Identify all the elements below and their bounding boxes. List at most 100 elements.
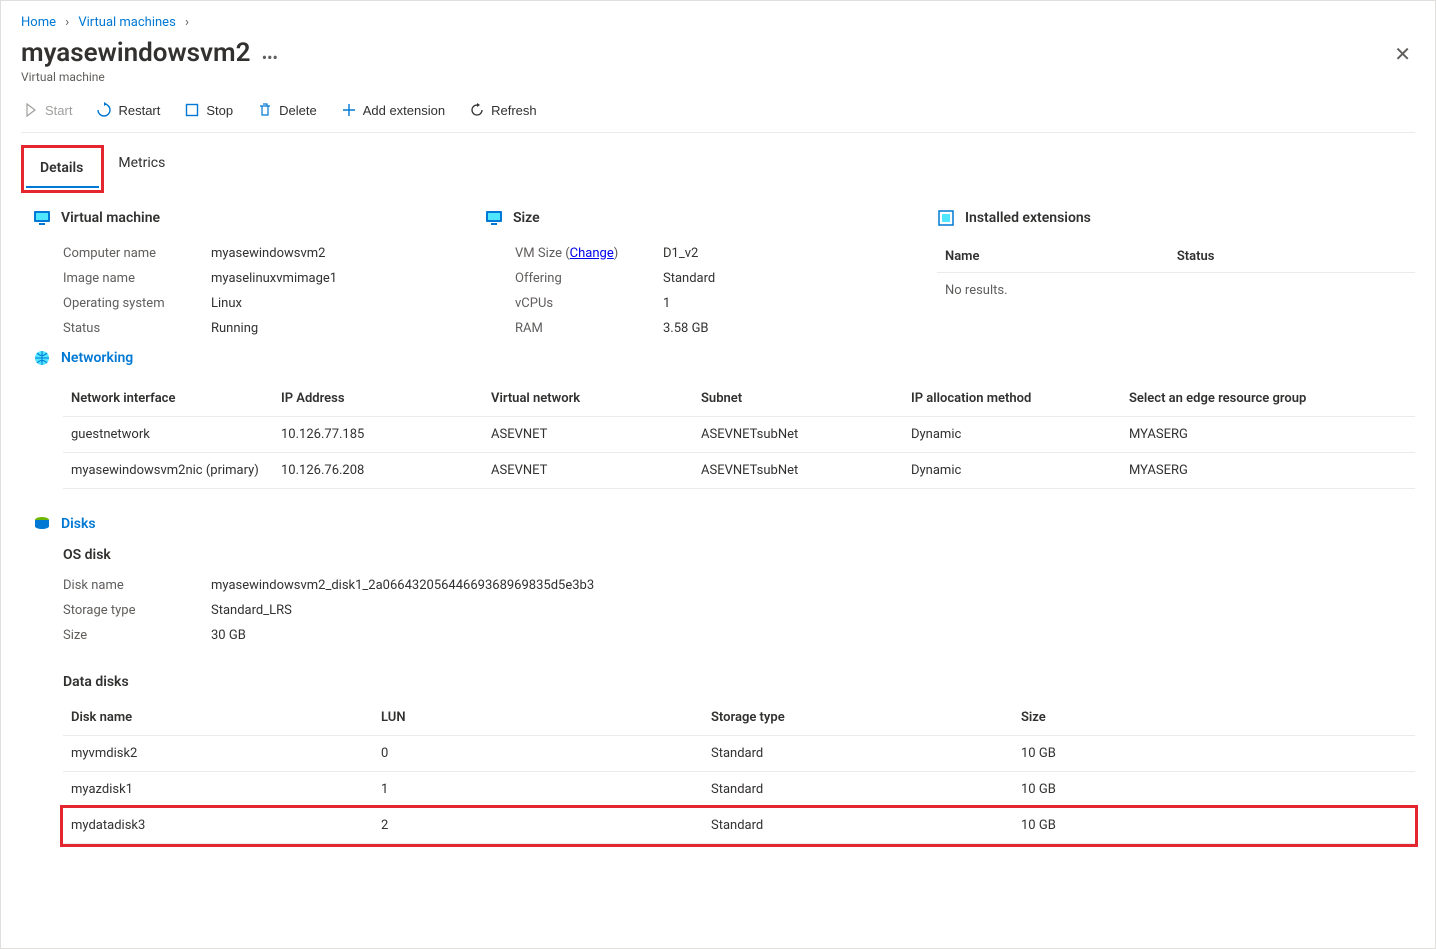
- refresh-icon: [469, 102, 485, 118]
- os-key: Operating system: [63, 296, 211, 311]
- close-button[interactable]: ✕: [1390, 38, 1415, 71]
- dd-storage: Standard: [703, 772, 1013, 808]
- trash-icon: [257, 102, 273, 118]
- net-rg: MYASERG: [1121, 453, 1415, 489]
- extension-icon: [937, 209, 955, 227]
- osdisk-size-key: Size: [63, 628, 211, 643]
- dd-name: mydatadisk3: [63, 808, 373, 844]
- restart-icon: [96, 102, 112, 118]
- osdisk-name-key: Disk name: [63, 578, 211, 593]
- net-ip: 10.126.77.185: [273, 417, 483, 453]
- dd-lun: 0: [373, 736, 703, 772]
- breadcrumb: Home › Virtual machines ›: [21, 13, 1415, 38]
- chevron-right-icon: ›: [59, 15, 75, 30]
- delete-label: Delete: [279, 103, 317, 118]
- table-row[interactable]: mydatadisk3 2 Standard 10 GB: [63, 808, 1415, 844]
- extensions-section-title: Installed extensions: [965, 210, 1091, 226]
- ext-no-results: No results.: [937, 273, 1415, 309]
- vm-section-header: Virtual machine: [33, 209, 485, 227]
- net-nic-header[interactable]: Network interface: [63, 381, 273, 417]
- dd-storage: Standard: [703, 736, 1013, 772]
- ext-name-header[interactable]: Name: [937, 241, 1169, 273]
- data-disks-header: Data disks: [63, 674, 1415, 690]
- close-icon: ✕: [1394, 44, 1411, 66]
- add-extension-button[interactable]: Add extension: [339, 100, 447, 120]
- table-row[interactable]: myazdisk1 1 Standard 10 GB: [63, 772, 1415, 808]
- size-section-header: Size: [485, 209, 937, 227]
- vmsize-key: VM Size (Change): [515, 246, 663, 261]
- more-icon[interactable]: •••: [254, 48, 278, 67]
- tab-details[interactable]: Details: [26, 150, 99, 188]
- vcpus-key: vCPUs: [515, 296, 663, 311]
- net-rg: MYASERG: [1121, 417, 1415, 453]
- dd-size: 10 GB: [1013, 736, 1415, 772]
- status-key: Status: [63, 321, 211, 336]
- size-icon: [485, 209, 503, 227]
- table-row[interactable]: myasewindowsvm2nic (primary) 10.126.76.2…: [63, 453, 1415, 489]
- refresh-button[interactable]: Refresh: [467, 100, 539, 120]
- offering-value: Standard: [663, 271, 715, 286]
- osdisk-name-value: myasewindowsvm2_disk1_2a0664320564466936…: [211, 578, 471, 593]
- os-value: Linux: [211, 296, 242, 311]
- vm-icon: [33, 209, 51, 227]
- net-vnet: ASEVNET: [483, 453, 693, 489]
- dd-name-header[interactable]: Disk name: [63, 700, 373, 736]
- vcpus-value: 1: [663, 296, 670, 311]
- status-value: Running: [211, 321, 258, 336]
- computer-name-value: myasewindowsvm2: [211, 246, 325, 261]
- disks-section-header[interactable]: Disks: [33, 515, 1415, 533]
- ram-value: 3.58 GB: [663, 321, 709, 336]
- plus-icon: [341, 102, 357, 118]
- play-icon: [23, 102, 39, 118]
- net-ip: 10.126.76.208: [273, 453, 483, 489]
- extensions-section-header: Installed extensions: [937, 209, 1415, 227]
- networking-section-header[interactable]: Networking: [33, 349, 1415, 367]
- breadcrumb-home[interactable]: Home: [21, 15, 56, 30]
- dd-lun: 2: [373, 808, 703, 844]
- net-ip-header[interactable]: IP Address: [273, 381, 483, 417]
- image-name-value: myaselinuxvmimage1: [211, 271, 337, 286]
- table-row[interactable]: myvmdisk2 0 Standard 10 GB: [63, 736, 1415, 772]
- tab-metrics[interactable]: Metrics: [104, 145, 181, 193]
- breadcrumb-vmlist[interactable]: Virtual machines: [78, 15, 175, 30]
- stop-button[interactable]: Stop: [182, 100, 235, 120]
- dd-storage-header[interactable]: Storage type: [703, 700, 1013, 736]
- os-disk-header: OS disk: [63, 547, 1415, 563]
- net-alloc: Dynamic: [903, 453, 1121, 489]
- net-rg-header[interactable]: Select an edge resource group: [1121, 381, 1415, 417]
- net-nic: guestnetwork: [63, 417, 273, 453]
- disk-icon: [33, 515, 51, 533]
- osdisk-size-value: 30 GB: [211, 628, 246, 643]
- ext-status-header[interactable]: Status: [1169, 241, 1415, 273]
- net-subnet: ASEVNETsubNet: [693, 417, 903, 453]
- osdisk-storage-value: Standard_LRS: [211, 603, 292, 618]
- vm-section-title: Virtual machine: [61, 210, 160, 226]
- page-subtitle: Virtual machine: [21, 70, 278, 84]
- dd-storage: Standard: [703, 808, 1013, 844]
- stop-icon: [184, 102, 200, 118]
- vmsize-value: D1_v2: [663, 246, 698, 261]
- delete-button[interactable]: Delete: [255, 100, 319, 120]
- dd-name: myazdisk1: [63, 772, 373, 808]
- size-section-title: Size: [513, 210, 540, 226]
- offering-key: Offering: [515, 271, 663, 286]
- tabs: Details Metrics: [21, 133, 1415, 193]
- add-extension-label: Add extension: [363, 103, 445, 118]
- dd-name: myvmdisk2: [63, 736, 373, 772]
- refresh-label: Refresh: [491, 103, 537, 118]
- net-subnet-header[interactable]: Subnet: [693, 381, 903, 417]
- dd-lun-header[interactable]: LUN: [373, 700, 703, 736]
- change-size-link[interactable]: Change: [570, 246, 614, 261]
- chevron-right-icon: ›: [179, 15, 195, 30]
- networking-table: Network interface IP Address Virtual net…: [63, 381, 1415, 489]
- table-row[interactable]: guestnetwork 10.126.77.185 ASEVNET ASEVN…: [63, 417, 1415, 453]
- ram-key: RAM: [515, 321, 663, 336]
- net-alloc-header[interactable]: IP allocation method: [903, 381, 1121, 417]
- command-bar: Start Restart Stop Delete Add extension …: [21, 84, 1415, 133]
- computer-name-key: Computer name: [63, 246, 211, 261]
- restart-button[interactable]: Restart: [94, 100, 162, 120]
- osdisk-storage-key: Storage type: [63, 603, 211, 618]
- start-button[interactable]: Start: [21, 100, 74, 120]
- dd-size-header[interactable]: Size: [1013, 700, 1415, 736]
- net-vnet-header[interactable]: Virtual network: [483, 381, 693, 417]
